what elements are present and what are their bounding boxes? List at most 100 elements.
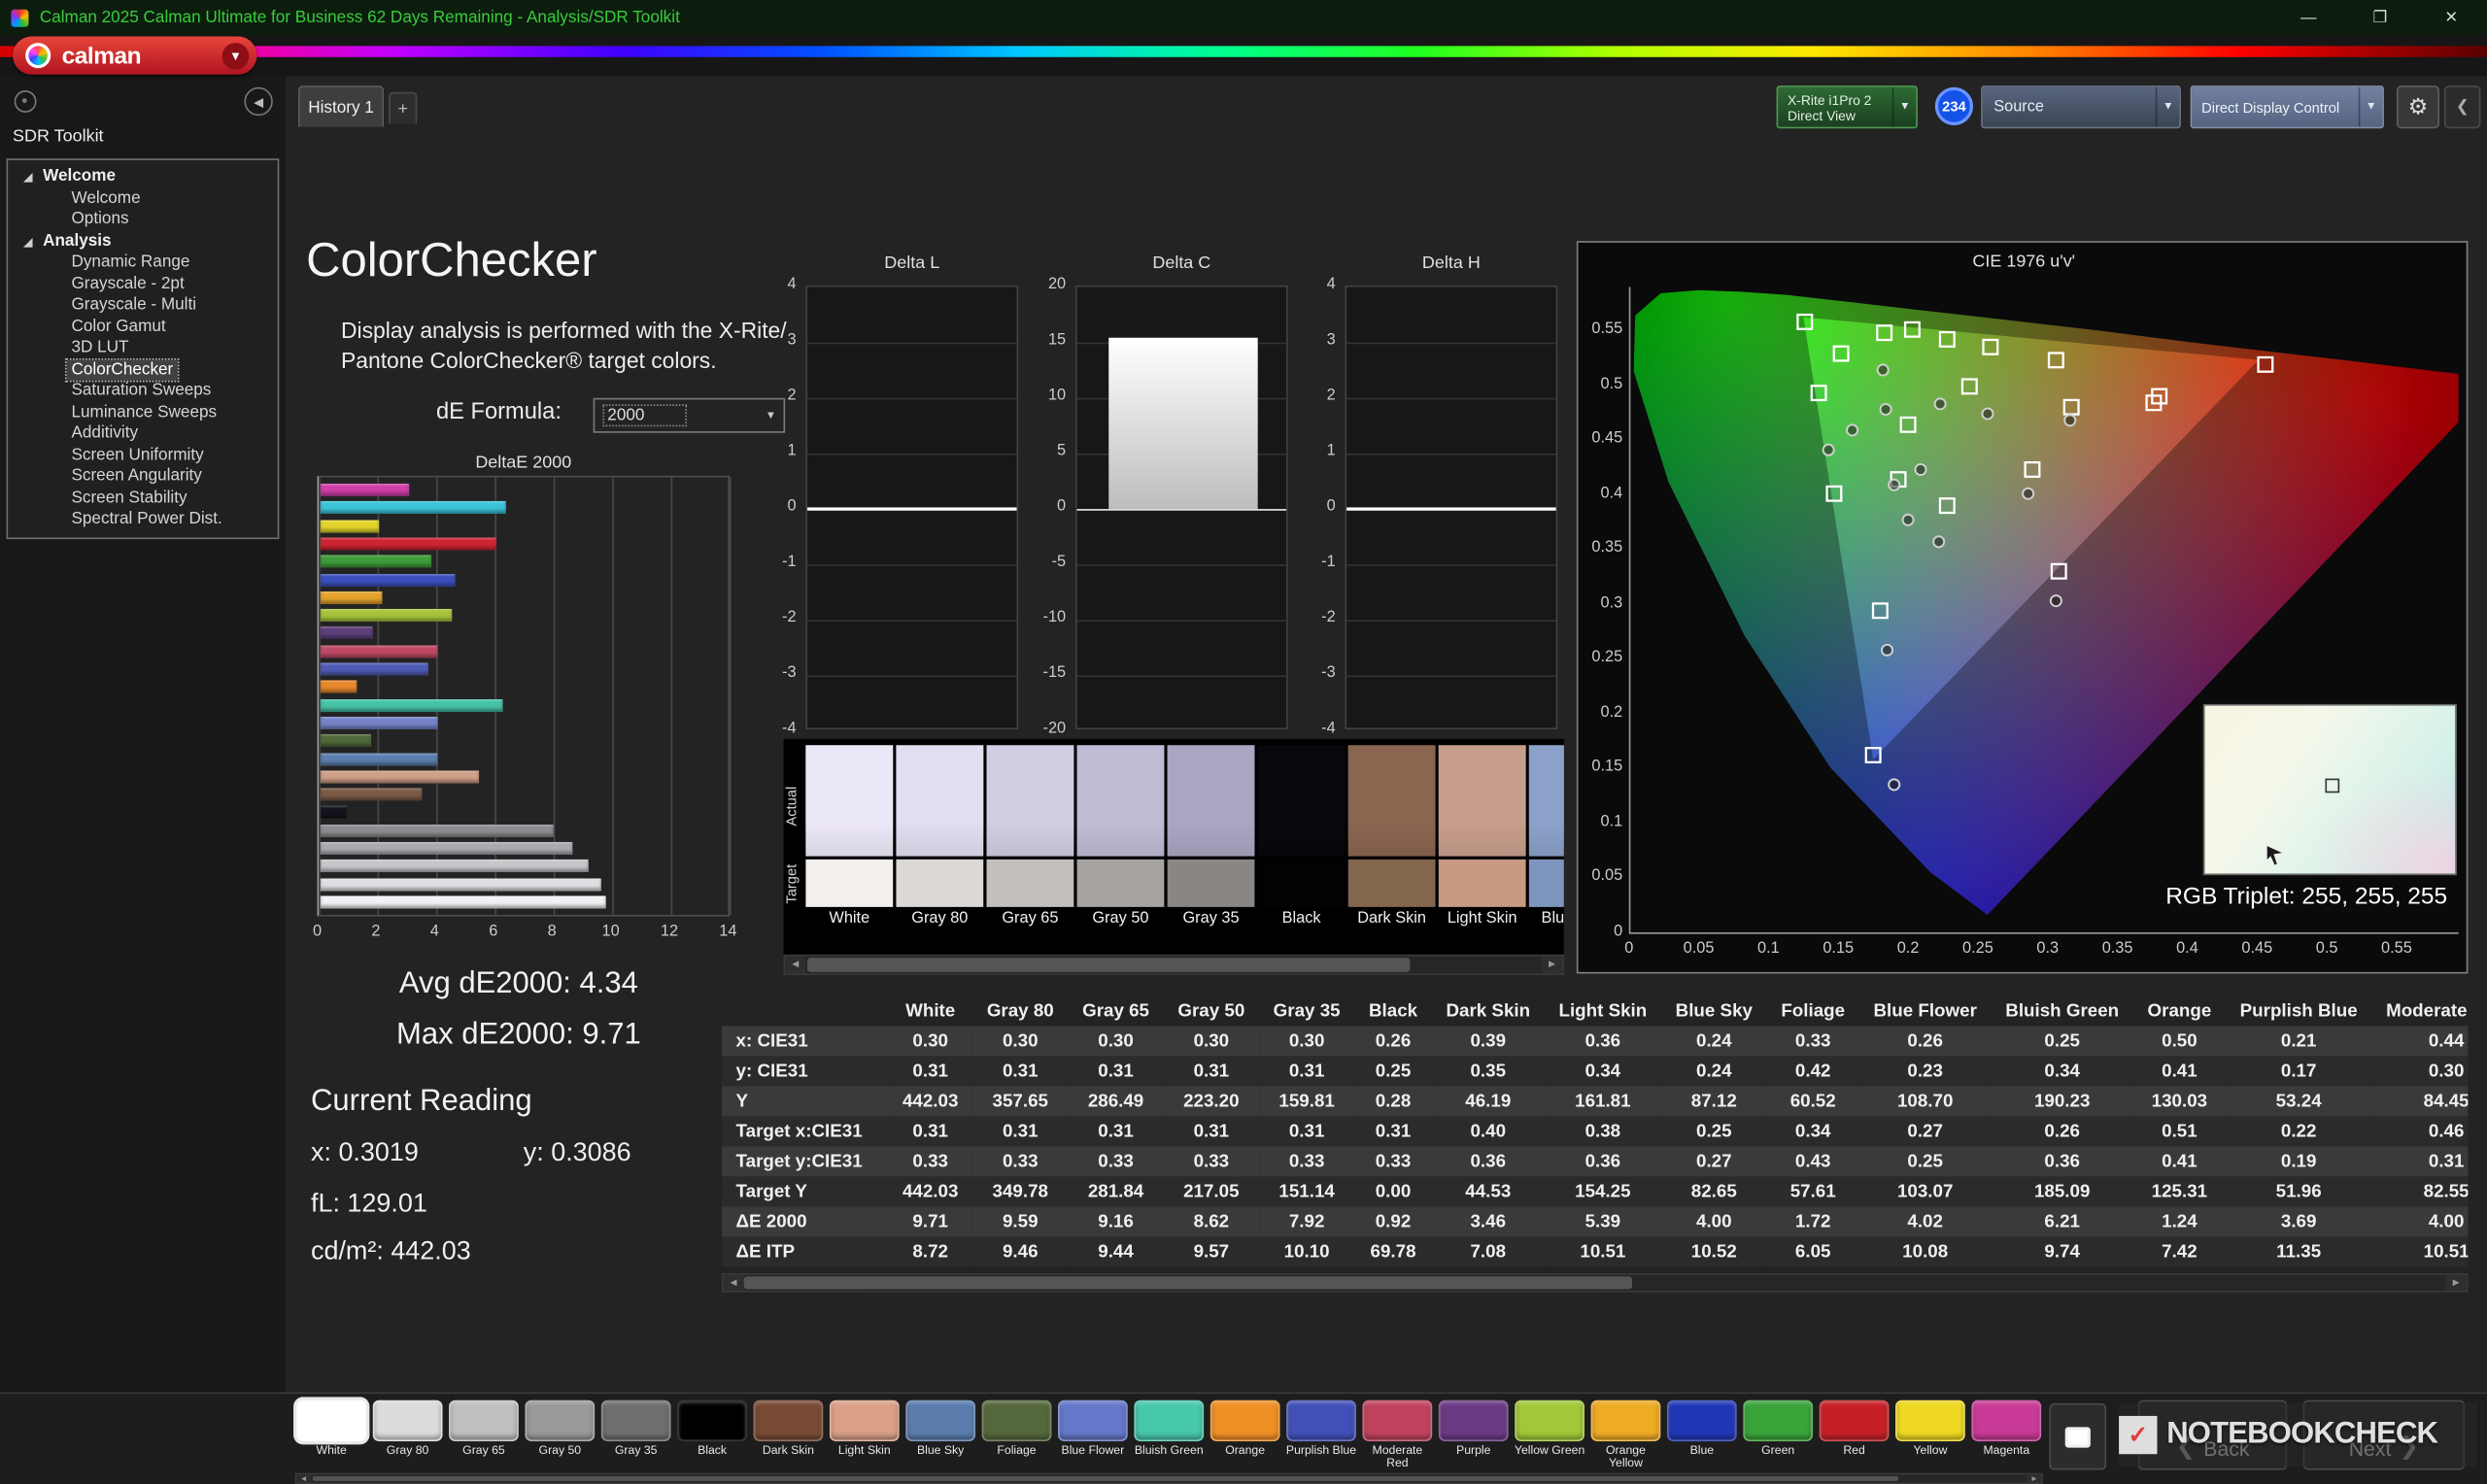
pattern-patch-gray-80[interactable]: Gray 80 <box>371 1400 444 1473</box>
pattern-patch-dark-skin[interactable]: Dark Skin <box>752 1400 825 1473</box>
table-cell: 69.78 <box>1354 1236 1431 1266</box>
swatch-label: Gray 35 <box>1168 910 1255 928</box>
tab-history-1[interactable]: History 1 <box>298 85 384 126</box>
table-cell: 0.34 <box>1992 1056 2133 1086</box>
pattern-patch-orange[interactable]: Orange <box>1209 1400 1281 1473</box>
y-tick-label: -1 <box>1284 554 1335 571</box>
col-header-foliage: Foliage <box>1767 995 1859 1026</box>
scroll-right-icon[interactable]: ► <box>2446 1275 2467 1291</box>
chevron-left-icon: ❮ <box>2456 98 2470 116</box>
pattern-patch-yellow-green[interactable]: Yellow Green <box>1514 1400 1586 1473</box>
pattern-patch-blue-flower[interactable]: Blue Flower <box>1056 1400 1129 1473</box>
table-cell: 130.03 <box>2133 1086 2226 1116</box>
scrollbar-thumb[interactable] <box>807 958 1410 972</box>
sidebar-item-options[interactable]: Options <box>8 210 278 231</box>
pattern-patch-blue[interactable]: Blue <box>1665 1400 1738 1473</box>
swatch-label: Blue Sky <box>1529 910 1564 928</box>
display-control-selector[interactable]: Direct Display Control ▼ <box>2191 85 2384 128</box>
minimize-button[interactable]: — <box>2273 0 2344 35</box>
meter-count-badge[interactable]: 234 <box>1935 87 1973 125</box>
pattern-patch-yellow[interactable]: Yellow <box>1893 1400 1966 1473</box>
table-cell: 44.53 <box>1432 1176 1545 1206</box>
scrollbar-thumb[interactable] <box>313 1476 1899 1481</box>
scrollbar-thumb[interactable] <box>744 1276 1632 1289</box>
cie-y-tick: 0.45 <box>1578 429 1622 447</box>
table-cell: 0.31 <box>888 1056 972 1086</box>
sidebar-section-analysis[interactable]: ◢Analysis <box>8 231 278 253</box>
de-formula-label: dE Formula: <box>436 399 562 424</box>
pattern-patch-moderate-red[interactable]: Moderate Red <box>1361 1400 1434 1473</box>
table-cell: 9.44 <box>1068 1236 1163 1266</box>
table-cell: 9.71 <box>888 1206 972 1236</box>
sidebar-item-grayscale-multi[interactable]: Grayscale - Multi <box>8 295 278 317</box>
table-cell: 0.41 <box>2133 1056 2226 1086</box>
pattern-patch-green[interactable]: Green <box>1742 1400 1815 1473</box>
current-reading-heading: Current Reading <box>311 1085 532 1120</box>
sidebar-section-welcome[interactable]: ◢Welcome <box>8 166 278 187</box>
tree-expanded-icon[interactable]: ◢ <box>23 168 32 189</box>
pattern-patch-gray-65[interactable]: Gray 65 <box>447 1400 520 1473</box>
sidebar-item-dynamic-range[interactable]: Dynamic Range <box>8 253 278 274</box>
patch-label: Purplish Blue <box>1284 1444 1357 1457</box>
sidebar-item-color-gamut[interactable]: Color Gamut <box>8 317 278 338</box>
sidebar-item-screen-uniformity[interactable]: Screen Uniformity <box>8 445 278 466</box>
swatch-column-light-skin: Light Skin <box>1439 739 1526 955</box>
meter-selector[interactable]: X-Rite i1Pro 2 Direct View ▼ <box>1777 85 1918 128</box>
pattern-toolbar-scrollbar[interactable]: ◄ ► <box>295 1473 2043 1484</box>
collapse-panel-button[interactable]: ❮ <box>2444 85 2481 128</box>
pattern-patch-purple[interactable]: Purple <box>1437 1400 1510 1473</box>
pattern-patch-gray-50[interactable]: Gray 50 <box>524 1400 596 1473</box>
deltae-bar-purple <box>321 627 373 640</box>
calman-menu-button[interactable]: calman ▼ <box>13 37 256 75</box>
back-button[interactable]: ❮ Back <box>2138 1400 2287 1470</box>
sidebar-item-screen-stability[interactable]: Screen Stability <box>8 488 278 509</box>
table-cell: 10.10 <box>1259 1236 1354 1266</box>
next-button[interactable]: Next ❯ <box>2303 1400 2466 1470</box>
pattern-patch-foliage[interactable]: Foliage <box>980 1400 1053 1473</box>
pattern-patch-white[interactable]: White <box>295 1400 368 1473</box>
table-cell: 0.30 <box>888 1026 972 1056</box>
pattern-patch-black[interactable]: Black <box>676 1400 749 1473</box>
close-button[interactable]: ✕ <box>2416 0 2487 35</box>
sidebar-collapse-button[interactable]: ◀ <box>244 87 272 116</box>
settings-button[interactable]: ⚙ <box>2397 85 2439 128</box>
add-tab-button[interactable]: + <box>389 92 417 124</box>
scroll-left-icon[interactable]: ◄ <box>296 1474 311 1482</box>
pattern-patch-bluish-green[interactable]: Bluish Green <box>1133 1400 1206 1473</box>
sidebar-item-saturation-sweeps[interactable]: Saturation Sweeps <box>8 381 278 402</box>
source-selector[interactable]: Source ▼ <box>1981 85 2181 128</box>
sidebar-item-screen-angularity[interactable]: Screen Angularity <box>8 466 278 488</box>
scroll-left-icon[interactable]: ◄ <box>723 1275 743 1291</box>
sidebar-item-spectral-power-dist[interactable]: Spectral Power Dist. <box>8 509 278 530</box>
sidebar-item-luminance-sweeps[interactable]: Luminance Sweeps <box>8 402 278 423</box>
row-label: x: CIE31 <box>722 1026 888 1056</box>
maximize-button[interactable]: ❐ <box>2344 0 2415 35</box>
deltae-bar-purplish-blue <box>321 662 428 675</box>
y-tick-label: -15 <box>1015 664 1066 682</box>
pattern-patch-blue-sky[interactable]: Blue Sky <box>904 1400 977 1473</box>
swatch-strip-scrollbar[interactable]: ◄ ► <box>784 955 1564 975</box>
sidebar-item-welcome[interactable]: Welcome <box>8 187 278 209</box>
scroll-right-icon[interactable]: ► <box>1542 956 1562 973</box>
swatch-column-black: Black <box>1258 739 1346 955</box>
scroll-right-icon[interactable]: ► <box>2027 1474 2042 1482</box>
workflow-tree: ◢WelcomeWelcomeOptions◢AnalysisDynamic R… <box>7 158 280 539</box>
pattern-patch-light-skin[interactable]: Light Skin <box>828 1400 901 1473</box>
pattern-window-button[interactable] <box>2049 1403 2106 1470</box>
table-cell: 0.30 <box>1068 1026 1163 1056</box>
scroll-left-icon[interactable]: ◄ <box>785 956 805 973</box>
sidebar-item-grayscale-2pt[interactable]: Grayscale - 2pt <box>8 274 278 295</box>
sidebar-item-3d-lut[interactable]: 3D LUT <box>8 338 278 359</box>
pattern-patch-magenta[interactable]: Magenta <box>1970 1400 2043 1473</box>
sidebar-item-colorchecker[interactable]: ColorChecker <box>8 359 278 381</box>
patch-color <box>1743 1400 1813 1441</box>
tree-expanded-icon[interactable]: ◢ <box>23 232 32 253</box>
pattern-patch-purplish-blue[interactable]: Purplish Blue <box>1284 1400 1357 1473</box>
pattern-patch-red[interactable]: Red <box>1818 1400 1891 1473</box>
sidebar-item-additivity[interactable]: Additivity <box>8 423 278 445</box>
y-tick-label: -4 <box>745 720 796 737</box>
item-label: Dynamic Range <box>71 253 189 272</box>
pattern-patch-orange-yellow[interactable]: Orange Yellow <box>1589 1400 1662 1473</box>
pattern-patch-gray-35[interactable]: Gray 35 <box>599 1400 672 1473</box>
table-scrollbar[interactable]: ◄ ► <box>722 1273 2469 1293</box>
